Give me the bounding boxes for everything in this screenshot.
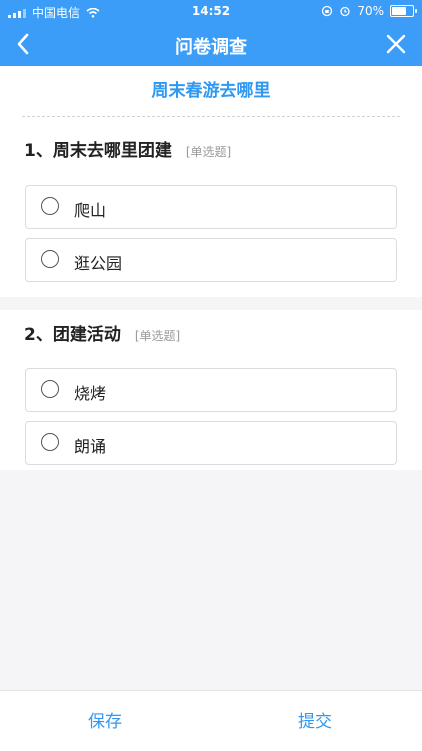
option-climbing[interactable]: 爬山 [25,185,397,229]
question-title-text: 2、团建活动 [24,325,121,345]
option-label: 烧烤 [74,384,107,403]
option-park[interactable]: 逛公园 [25,238,397,282]
radio-button[interactable] [41,197,59,215]
question-type-label: [单选题] [134,329,181,343]
survey-header: 周末春游去哪里 [0,66,422,118]
question-type-label: [单选题] [185,145,232,159]
save-button[interactable]: 保存 [88,707,122,732]
option-bbq[interactable]: 烧烤 [25,368,397,412]
header-bar: 中国电信 14:52 70% 问卷调查 [0,0,422,66]
alarm-icon [340,6,350,17]
survey-title: 周末春游去哪里 [151,81,271,101]
option-label: 逛公园 [74,254,123,273]
status-bar: 中国电信 14:52 70% [0,0,422,22]
rotation-lock-icon [322,5,333,17]
question-2: 2、团建活动 [单选题] 烧烤 朗诵 [0,310,422,470]
close-icon[interactable] [380,28,412,60]
radio-button[interactable] [41,380,59,398]
submit-button[interactable]: 提交 [298,707,332,732]
bottom-bar: 保存 提交 [0,690,422,751]
option-label: 朗诵 [74,437,107,456]
nav-bar: 问卷调查 [0,22,422,66]
radio-button[interactable] [41,250,59,268]
battery-icon [390,5,417,17]
question-title-text: 1、周末去哪里团建 [24,141,172,161]
radio-button[interactable] [41,433,59,451]
battery-percent: 70% [357,4,384,18]
page-title: 问卷调查 [175,37,247,58]
option-label: 爬山 [74,201,107,220]
question-title: 1、周末去哪里团建 [单选题] [24,136,231,161]
question-1: 1、周末去哪里团建 [单选题] 爬山 逛公园 [0,118,422,297]
question-title: 2、团建活动 [单选题] [24,320,180,345]
option-recitation[interactable]: 朗诵 [25,421,397,465]
